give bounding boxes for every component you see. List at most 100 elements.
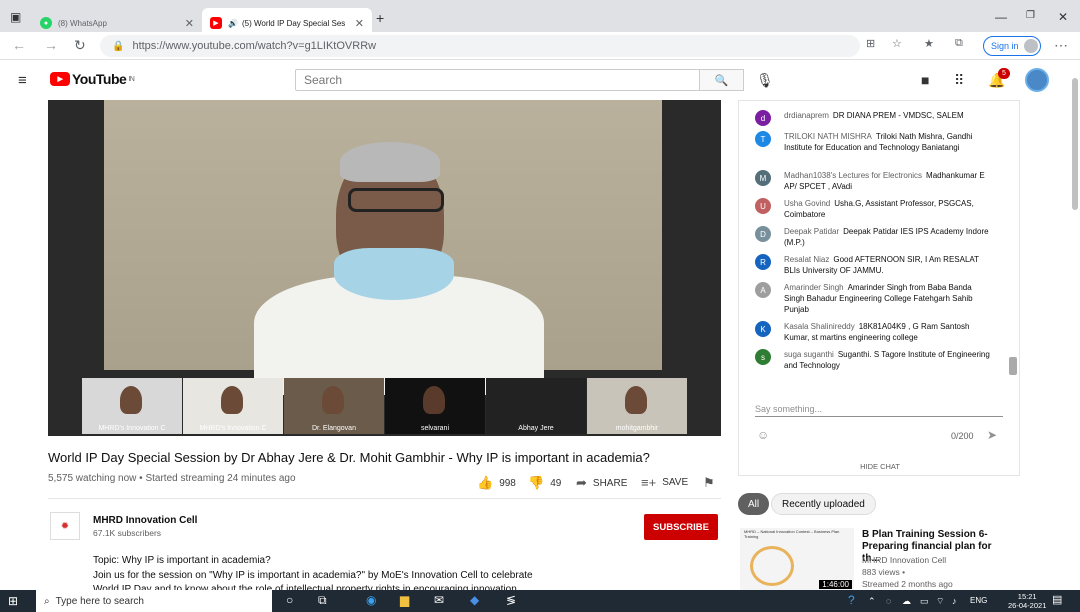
participant-name: MHRD's Innovation C bbox=[199, 425, 267, 432]
chat-message: A Amarinder Singh Amarinder Singh from Ba… bbox=[755, 282, 990, 315]
action-center-icon[interactable]: ▤ bbox=[1052, 593, 1062, 606]
youtube-logo[interactable]: ▶ YouTube IN bbox=[50, 71, 135, 87]
logo-text: YouTube bbox=[72, 71, 127, 87]
refresh-icon[interactable]: ↻ bbox=[74, 37, 86, 54]
mail-icon[interactable]: ✉ bbox=[434, 593, 444, 607]
chat-author[interactable]: Deepak Patidar bbox=[784, 227, 839, 236]
video-title: World IP Day Special Session by Dr Abhay… bbox=[48, 450, 650, 465]
minimize-icon[interactable]: — bbox=[995, 10, 1007, 24]
chat-author[interactable]: Kasala Shalinireddy bbox=[784, 322, 855, 331]
chat-scrollbar[interactable] bbox=[1009, 357, 1017, 375]
chat-author[interactable]: Usha Govind bbox=[784, 199, 830, 208]
chat-author[interactable]: TRILOKI NATH MISHRA bbox=[784, 132, 872, 141]
share-label: SHARE bbox=[592, 477, 628, 489]
apps-icon[interactable]: ⠿ bbox=[954, 72, 964, 89]
send-icon[interactable]: ➤ bbox=[987, 428, 997, 442]
close-tab-icon[interactable]: ✕ bbox=[355, 17, 364, 30]
share-button[interactable]: ➦ SHARE bbox=[576, 475, 627, 491]
chip-all[interactable]: All bbox=[738, 493, 770, 515]
maximize-icon[interactable]: ❐ bbox=[1026, 10, 1035, 21]
participant-name: MHRD's Innovation C bbox=[98, 425, 166, 432]
chat-author[interactable]: Amarinder Singh bbox=[784, 283, 844, 292]
volume-icon[interactable]: ♪ bbox=[952, 596, 957, 606]
participant-name: Abhay Jere bbox=[518, 425, 554, 432]
add-favorite-icon[interactable]: ☆ bbox=[892, 37, 902, 50]
save-button[interactable]: ≡+ SAVE bbox=[641, 475, 688, 490]
page-scrollbar[interactable] bbox=[1072, 78, 1078, 210]
microphone-icon[interactable]: 🎙 bbox=[756, 72, 774, 89]
report-button[interactable]: ⚑ bbox=[703, 475, 721, 491]
close-window-icon[interactable]: ✕ bbox=[1058, 10, 1068, 24]
chat-author[interactable]: Madhan1038's Lectures for Electronics bbox=[784, 171, 922, 180]
back-icon[interactable]: ← bbox=[12, 37, 26, 53]
reader-icon[interactable]: ⊞ bbox=[866, 37, 875, 50]
app-icon[interactable]: ≶ bbox=[506, 593, 516, 607]
participant-tile: MHRD's Innovation C bbox=[183, 378, 283, 434]
chip-recently-uploaded[interactable]: Recently uploaded bbox=[771, 493, 876, 515]
more-icon[interactable]: ⋯ bbox=[1054, 37, 1068, 54]
dislike-button[interactable]: 👎 49 bbox=[528, 475, 561, 491]
description-line: Topic: Why IP is important in academia? bbox=[93, 555, 271, 566]
collections-icon[interactable]: ⧉ bbox=[955, 37, 963, 50]
url-field[interactable]: 🔒 https://www.youtube.com/watch?v=g1LIKt… bbox=[100, 35, 860, 57]
task-view-icon[interactable]: ⧉ bbox=[318, 593, 327, 608]
participant-name: Dr. Elangovan bbox=[312, 425, 356, 432]
help-icon[interactable]: ? bbox=[848, 593, 855, 607]
search-button[interactable]: 🔍 bbox=[700, 69, 744, 91]
search-input[interactable]: Search bbox=[295, 69, 700, 91]
save-playlist-icon: ≡+ bbox=[641, 475, 657, 490]
wifi-icon[interactable]: ⌔ bbox=[936, 596, 944, 607]
emoji-icon[interactable]: ☺ bbox=[757, 428, 769, 442]
video-player[interactable]: MHRD's Innovation C MHRD's Innovation C … bbox=[48, 100, 721, 436]
speaker-glasses bbox=[348, 188, 444, 212]
file-explorer-icon[interactable]: ▆ bbox=[400, 593, 409, 607]
favorites-icon[interactable]: ★ bbox=[924, 37, 934, 50]
sign-in-button[interactable]: Sign in bbox=[983, 36, 1041, 56]
dropbox-icon[interactable]: ◆ bbox=[470, 593, 479, 607]
hide-chat-button[interactable]: HIDE CHAT bbox=[739, 462, 1021, 471]
save-label: SAVE bbox=[662, 477, 689, 488]
speaker-icon[interactable]: 🔊 bbox=[228, 19, 238, 28]
taskbar-search-input[interactable]: ⌕ Type here to search bbox=[36, 590, 272, 612]
video-meta: 5,575 watching now • Started streaming 2… bbox=[48, 473, 296, 484]
windows-start-icon[interactable]: ⊞ bbox=[8, 594, 18, 608]
menu-icon[interactable]: ≡ bbox=[18, 72, 27, 89]
youtube-header: ≡ ▶ YouTube IN Search 🔍 🎙 ■ ⠿ 🔔 5 bbox=[0, 60, 1080, 100]
edge-icon[interactable]: ◉ bbox=[366, 593, 376, 607]
participant-tile: Dr. Elangovan bbox=[284, 378, 384, 434]
url-text: https://www.youtube.com/watch?v=g1LIKtOV… bbox=[132, 40, 377, 52]
channel-name[interactable]: MHRD Innovation Cell bbox=[93, 515, 197, 526]
avatar[interactable] bbox=[1025, 68, 1049, 92]
dislike-count: 49 bbox=[550, 477, 562, 489]
forward-icon[interactable]: → bbox=[44, 37, 58, 53]
channel-avatar[interactable]: ✹ bbox=[50, 512, 80, 540]
live-chat-panel: d drdianaprem DR DIANA PREM - VMDSC, SALE… bbox=[738, 100, 1020, 476]
cortana-icon[interactable]: ○ bbox=[286, 593, 293, 607]
battery-icon[interactable]: ▭ bbox=[920, 596, 929, 607]
chat-author[interactable]: suga suganthi bbox=[784, 350, 834, 359]
thumbs-up-icon: 👍 bbox=[477, 475, 494, 490]
participant-person bbox=[221, 386, 243, 414]
recommended-channel[interactable]: MHRD Innovation Cell bbox=[862, 555, 946, 565]
language-indicator[interactable]: ENG bbox=[970, 596, 987, 605]
tab-actions-icon[interactable]: ▣ bbox=[10, 10, 21, 24]
close-tab-icon[interactable]: ✕ bbox=[185, 17, 194, 30]
new-tab-button[interactable]: + bbox=[376, 10, 384, 26]
create-video-icon[interactable]: ■ bbox=[921, 72, 929, 88]
chat-input[interactable]: Say something... bbox=[755, 404, 822, 414]
tray-cloud-icon[interactable]: ☁ bbox=[902, 596, 911, 607]
chat-author[interactable]: drdianaprem bbox=[784, 111, 829, 120]
subscribe-button[interactable]: SUBSCRIBE bbox=[644, 514, 718, 540]
like-button[interactable]: 👍 998 bbox=[477, 475, 516, 491]
recommended-thumbnail[interactable]: MHRD – National Innovation Contest – Bus… bbox=[740, 528, 854, 591]
subscriber-count: 67.1K subscribers bbox=[93, 528, 162, 538]
youtube-icon: ▶ bbox=[210, 17, 222, 29]
tray-chevron-icon[interactable]: ⌃ bbox=[868, 596, 876, 607]
clock[interactable]: 15:21 26-04-2021 bbox=[1008, 592, 1046, 610]
youtube-play-icon: ▶ bbox=[50, 72, 70, 86]
chat-avatar: U bbox=[755, 198, 771, 214]
chat-author[interactable]: Resalat Niaz bbox=[784, 255, 829, 264]
tray-sync-icon[interactable]: ◌ bbox=[886, 596, 891, 606]
chat-avatar: K bbox=[755, 321, 771, 337]
description-line: Join us for the session on "Why IP is im… bbox=[93, 570, 533, 581]
